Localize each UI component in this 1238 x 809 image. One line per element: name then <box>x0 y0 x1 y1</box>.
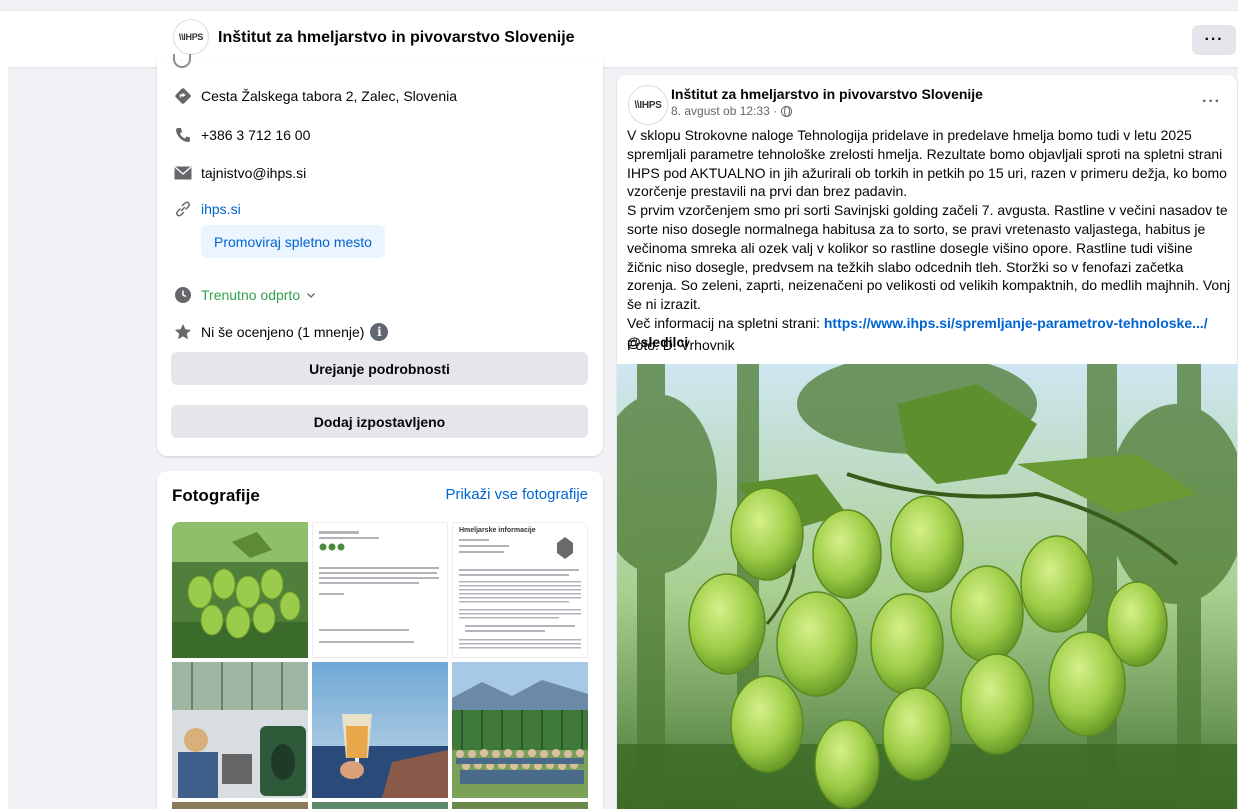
post-options-button[interactable]: ··· <box>1202 93 1221 111</box>
star-icon <box>173 322 193 342</box>
photo-thumb-group[interactable] <box>452 662 588 798</box>
post-body: V sklopu Strokovne naloge Tehnologija pr… <box>627 126 1231 352</box>
rating-row: Ni še ocenjeno (1 mnenje) i <box>173 322 389 342</box>
see-all-photos-link[interactable]: Prikaži vse fotografije <box>445 486 588 503</box>
photo-thumb-hop-report[interactable]: Hmeljarske informacije <box>452 522 588 658</box>
post-more-info: Več informacij na spletni strani: https:… <box>627 314 1231 333</box>
more-options-button[interactable]: ··· <box>1192 25 1236 55</box>
page-logo[interactable]: \\IHPS <box>173 19 209 55</box>
post-timestamp[interactable]: 8. avgust ob 12:33 · <box>671 104 777 118</box>
clock-icon <box>173 285 193 305</box>
hours-status[interactable]: Trenutno odprto <box>201 287 300 303</box>
chevron-down-icon[interactable] <box>306 292 316 299</box>
post-paragraph-1: V sklopu Strokovne naloge Tehnologija pr… <box>627 127 1227 200</box>
promote-website-button[interactable]: Promoviraj spletno mesto <box>201 225 385 258</box>
post-author-name[interactable]: Inštitut za hmeljarstvo in pivovarstvo S… <box>671 86 983 102</box>
phone-text[interactable]: +386 3 712 16 00 <box>201 127 310 143</box>
envelope-icon <box>173 163 193 183</box>
photo-credit: Foto: D. Vrhovnik <box>627 337 735 353</box>
phone-row: +386 3 712 16 00 <box>173 125 310 145</box>
photos-title: Fotografije <box>172 486 260 505</box>
category-icon <box>173 54 191 68</box>
post-image-hops[interactable] <box>617 364 1237 809</box>
photo-thumb-row3-2[interactable] <box>312 802 448 809</box>
website-row: ihps.si <box>173 199 241 219</box>
add-featured-button[interactable]: Dodaj izpostavljeno <box>171 405 588 438</box>
address-text: Cesta Žalskega tabora 2, Zalec, Slovenia <box>201 88 458 104</box>
intro-card: Cesta Žalskega tabora 2, Zalec, Slovenia… <box>157 54 603 456</box>
website-link[interactable]: ihps.si <box>201 201 241 217</box>
photo-thumb-hops[interactable] <box>172 522 308 658</box>
link-icon <box>173 199 193 219</box>
post-link[interactable]: https://www.ihps.si/spremljanje-parametr… <box>824 315 1208 331</box>
phone-icon <box>173 125 193 145</box>
info-icon[interactable]: i <box>370 323 389 341</box>
page-title[interactable]: Inštitut za hmeljarstvo in pivovarstvo S… <box>218 29 575 47</box>
photo-thumb-beer-glass[interactable] <box>312 662 448 798</box>
globe-icon <box>781 105 793 117</box>
photo-thumb-row3-1[interactable] <box>172 802 308 809</box>
left-gutter <box>0 67 8 809</box>
doc-heading: Hmeljarske informacije <box>459 527 536 534</box>
post-meta: 8. avgust ob 12:33 · <box>671 104 793 118</box>
photo-thumb-document[interactable] <box>312 522 448 658</box>
more-info-prefix: Več informacij na spletni strani: <box>627 314 824 331</box>
photo-thumb-row3-3[interactable] <box>452 802 588 809</box>
post-card: \\IHPS Inštitut za hmeljarstvo in pivova… <box>617 75 1237 809</box>
directions-icon <box>173 86 193 106</box>
edit-details-button[interactable]: Urejanje podrobnosti <box>171 352 588 385</box>
photos-card: Fotografije Prikaži vse fotografije Hmel… <box>157 471 603 809</box>
post-paragraph-2: S prvim vzorčenjem smo pri sorti Savinjs… <box>627 202 1231 313</box>
hours-row[interactable]: Trenutno odprto <box>173 285 316 305</box>
email-text[interactable]: tajnistvo@ihps.si <box>201 165 306 181</box>
photo-thumb-lab[interactable] <box>172 662 308 798</box>
address-row: Cesta Žalskega tabora 2, Zalec, Slovenia <box>173 86 457 106</box>
rating-text: Ni še ocenjeno (1 mnenje) <box>201 324 365 340</box>
email-row: tajnistvo@ihps.si <box>173 163 306 183</box>
post-author-avatar[interactable]: \\IHPS <box>628 85 668 125</box>
